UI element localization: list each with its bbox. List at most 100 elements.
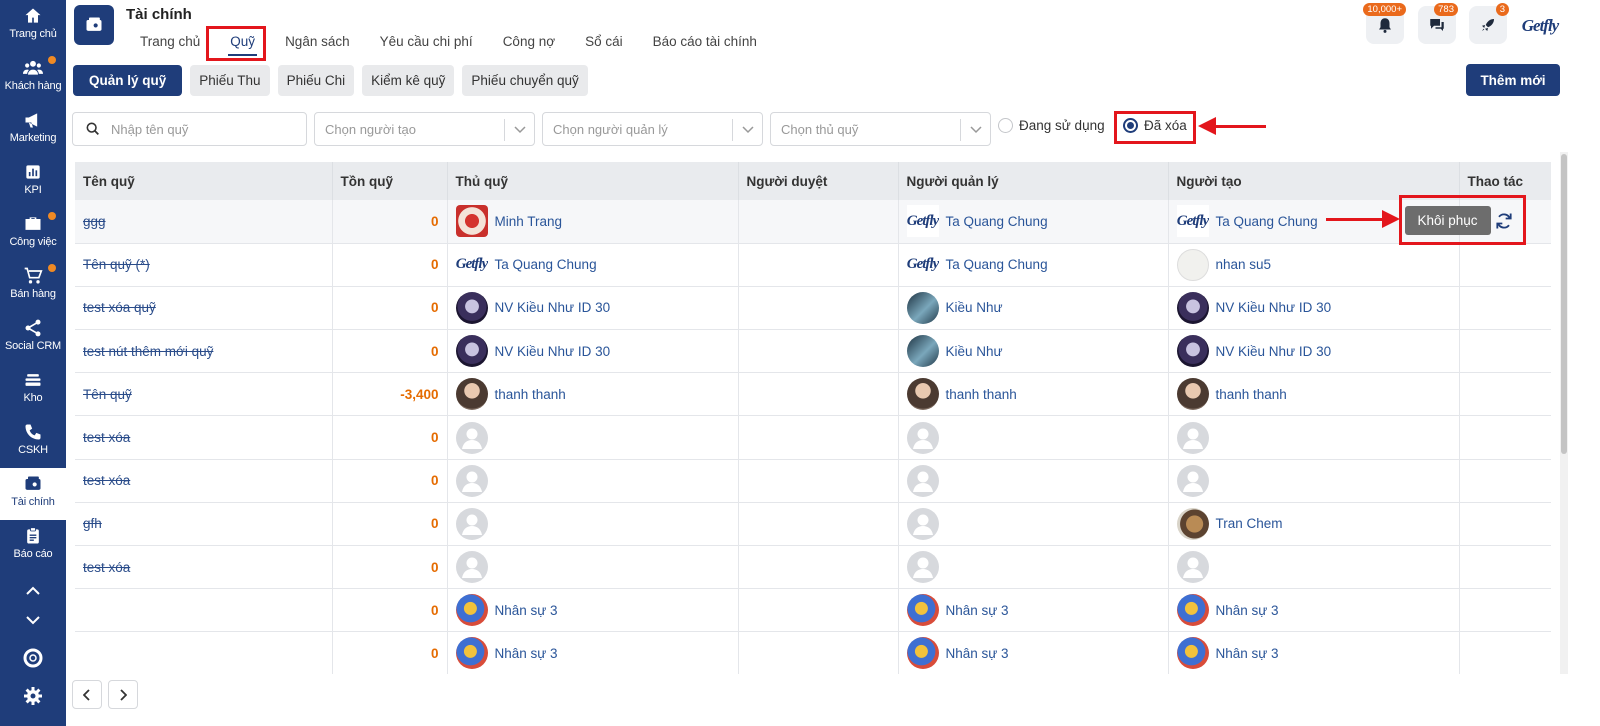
sidebar-item-kpi[interactable]: KPI — [0, 156, 66, 208]
fund-name-cell[interactable]: test nút thêm mới quỹ — [75, 329, 333, 374]
subtab-fund-transfer[interactable]: Phiếu chuyển quỹ — [462, 65, 588, 96]
col-approver[interactable]: Người duyệt — [738, 162, 899, 200]
subtab-payment[interactable]: Phiếu Chi — [277, 65, 355, 96]
person-cell[interactable]: thanh thanh — [906, 378, 1160, 411]
brand-logo[interactable]: Getfly — [1520, 6, 1560, 46]
person-cell[interactable]: Minh Trang — [455, 205, 730, 238]
person-name[interactable]: thanh thanh — [1216, 387, 1287, 402]
person-cell[interactable]: Nhân sự 3 — [906, 594, 1160, 627]
col-manager[interactable]: Người quản lý — [898, 162, 1169, 200]
person-cell[interactable] — [455, 464, 730, 497]
person-cell[interactable]: NV Kiều Như ID 30 — [455, 335, 730, 368]
fund-name-cell[interactable] — [75, 631, 333, 674]
person-cell[interactable]: Nhân sự 3 — [906, 637, 1160, 670]
person-cell[interactable]: Nhân sự 3 — [455, 594, 730, 627]
table-row[interactable]: test xóa 0 — [75, 545, 1551, 590]
settings-button[interactable] — [0, 682, 66, 710]
table-row[interactable]: gfh 0 Tran Chem — [75, 502, 1551, 547]
search-input[interactable]: Nhập tên quỹ — [72, 112, 307, 146]
person-name[interactable]: nhan su5 — [1216, 257, 1272, 272]
subtab-receipt[interactable]: Phiếu Thu — [190, 65, 270, 96]
col-creator[interactable]: Người tạo — [1168, 162, 1460, 200]
table-row[interactable]: 0 Nhân sự 3 Nhân sự 3 Nhân sự 3 — [75, 631, 1551, 674]
sidebar-item-marketing[interactable]: Marketing — [0, 104, 66, 156]
person-cell[interactable]: NV Kiều Như ID 30 — [455, 291, 730, 324]
person-cell[interactable] — [906, 464, 1160, 497]
manager-select[interactable]: Chọn người quản lý — [542, 112, 763, 146]
person-name[interactable]: Nhân sự 3 — [946, 646, 1009, 661]
table-row[interactable]: Tên quỹ (*) 0 Getfly Ta Quang Chung Getfly Ta… — [75, 243, 1551, 287]
person-name[interactable]: NV Kiều Như ID 30 — [495, 344, 611, 359]
person-cell[interactable]: Getfly Ta Quang Chung — [906, 248, 1160, 281]
sidebar-item-finance[interactable]: Tài chính — [0, 468, 66, 520]
refresh-icon[interactable] — [1494, 211, 1514, 234]
table-row[interactable]: 0 Nhân sự 3 Nhân sự 3 Nhân sự 3 — [75, 588, 1551, 633]
radio-deleted[interactable]: Đã xóa — [1123, 118, 1187, 133]
person-name[interactable]: Nhân sự 3 — [1216, 646, 1279, 661]
sidebar-item-warehouse[interactable]: Kho — [0, 364, 66, 416]
fund-name-cell[interactable]: test xóa — [75, 545, 333, 590]
tab-fund[interactable]: Quỹ — [216, 32, 269, 56]
person-cell[interactable] — [455, 421, 730, 454]
person-cell[interactable]: nhan su5 — [1176, 248, 1451, 281]
table-row[interactable]: ggg 0 Minh Trang Getfly Ta Quang Chung Getfly… — [75, 200, 1551, 244]
person-cell[interactable] — [455, 551, 730, 584]
person-cell[interactable]: Nhân sự 3 — [455, 637, 730, 670]
person-cell[interactable] — [906, 507, 1160, 540]
person-cell[interactable] — [455, 507, 730, 540]
person-name[interactable]: NV Kiều Như ID 30 — [1216, 300, 1332, 315]
person-name[interactable]: Kiều Như — [946, 300, 1003, 315]
fund-name-cell[interactable]: test xóa — [75, 459, 333, 503]
person-cell[interactable] — [906, 551, 1160, 584]
add-new-button[interactable]: Thêm mới — [1466, 64, 1560, 96]
sidebar-item-cskh[interactable]: CSKH — [0, 416, 66, 468]
person-cell[interactable]: Nhân sự 3 — [1176, 637, 1451, 670]
sidebar-item-sales[interactable]: Bán hàng — [0, 260, 66, 312]
subtab-fund-management[interactable]: Quản lý quỹ — [73, 65, 183, 96]
rocket-button[interactable]: 3 — [1469, 3, 1509, 44]
fund-name-cell[interactable]: ggg — [75, 200, 333, 244]
table-row[interactable]: test xóa 0 — [75, 459, 1551, 503]
tab-debt[interactable]: Công nợ — [489, 32, 569, 51]
fund-name-cell[interactable]: Tên quỹ — [75, 372, 333, 417]
col-balance[interactable]: Tồn quỹ — [332, 162, 448, 200]
person-cell[interactable]: Nhân sự 3 — [1176, 594, 1451, 627]
restore-button[interactable]: Khôi phục — [1404, 206, 1491, 235]
fund-name-cell[interactable]: gfh — [75, 502, 333, 547]
person-cell[interactable] — [1176, 421, 1451, 454]
sidebar-item-home[interactable]: Trang chủ — [0, 0, 66, 52]
person-cell[interactable]: thanh thanh — [455, 378, 730, 411]
fund-name-cell[interactable]: test xóa quỹ — [75, 286, 333, 331]
person-cell[interactable] — [906, 421, 1160, 454]
creator-select[interactable]: Chọn người tạo — [314, 112, 535, 146]
tab-expense-request[interactable]: Yêu cầu chi phí — [366, 32, 487, 51]
person-cell[interactable]: Kiều Như — [906, 335, 1160, 368]
col-treasurer[interactable]: Thủ quỹ — [447, 162, 739, 200]
table-row[interactable]: Tên quỹ -3,400 thanh thanh thanh thanh thanh… — [75, 372, 1551, 417]
person-name[interactable]: Ta Quang Chung — [946, 257, 1048, 272]
prev-page-button[interactable] — [72, 680, 102, 709]
tab-financial-report[interactable]: Báo cáo tài chính — [639, 32, 771, 51]
fund-name-cell[interactable] — [75, 588, 333, 633]
person-name[interactable]: Ta Quang Chung — [946, 214, 1048, 229]
person-cell[interactable] — [1176, 551, 1451, 584]
treasurer-select[interactable]: Chọn thủ quỹ — [770, 112, 991, 146]
support-button[interactable] — [0, 644, 66, 672]
table-row[interactable]: test xóa quỹ 0 NV Kiều Như ID 30 Kiều Như NV… — [75, 286, 1551, 331]
person-name[interactable]: Ta Quang Chung — [1216, 214, 1318, 229]
sidebar-item-customers[interactable]: Khách hàng — [0, 52, 66, 104]
person-cell[interactable]: Tran Chem — [1176, 507, 1451, 540]
messages-button[interactable]: 783 — [1418, 3, 1458, 44]
notifications-button[interactable]: 10,000+ — [1363, 3, 1406, 44]
person-cell[interactable] — [1176, 464, 1451, 497]
sidebar-item-tasks[interactable]: Công việc — [0, 208, 66, 260]
table-row[interactable]: test xóa 0 — [75, 415, 1551, 460]
fund-name-cell[interactable]: Tên quỹ (*) — [75, 243, 333, 287]
person-cell[interactable]: Getfly Ta Quang Chung — [906, 205, 1160, 238]
radio-in-use[interactable]: Đang sử dụng — [998, 118, 1105, 133]
person-name[interactable]: Tran Chem — [1216, 516, 1283, 531]
person-cell[interactable]: Getfly Ta Quang Chung — [455, 248, 730, 281]
person-name[interactable]: NV Kiều Như ID 30 — [1216, 344, 1332, 359]
sidebar-scroll-up[interactable] — [0, 577, 66, 605]
person-name[interactable]: Kiều Như — [946, 344, 1003, 359]
